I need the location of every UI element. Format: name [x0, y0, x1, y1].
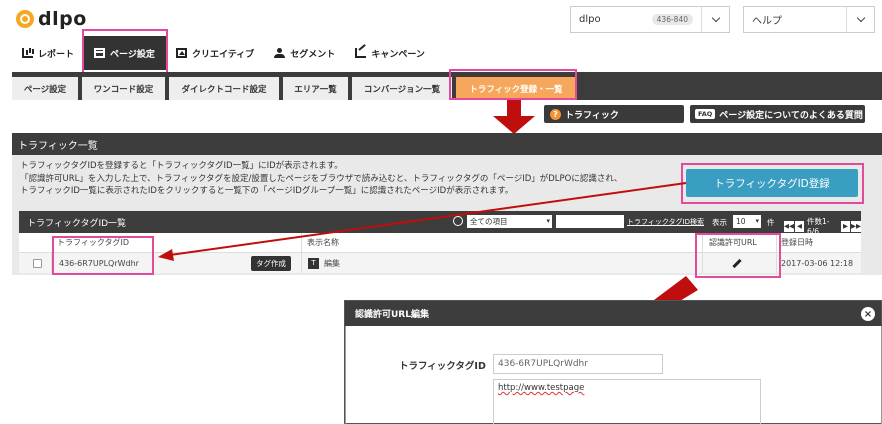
tag-id-field[interactable]: 436-6R7UPLQrWdhr — [493, 354, 663, 374]
segment-icon — [274, 48, 286, 58]
faq-label: ページ設定についてのよくある質問 — [719, 110, 863, 121]
col-tag-id: トラフィックタグID — [57, 238, 130, 247]
nav-item-creative[interactable]: クリエイティブ — [166, 36, 264, 70]
display-count-select[interactable]: 10 — [733, 215, 761, 228]
tab-area-list[interactable]: エリア一覧 — [283, 77, 348, 100]
desc-line: 「認識許可URL」を入力した上で、トラフィックタグを設定/設置したページをブラウ… — [20, 173, 623, 184]
pencil-icon[interactable] — [732, 253, 742, 273]
allowed-url-textarea[interactable]: http://www.testpage — [493, 379, 761, 424]
search-icon — [453, 216, 463, 226]
display-label: 表示 — [712, 218, 727, 227]
traffic-help-label: トラフィック — [565, 110, 619, 121]
table-row: 436-6R7UPLQrWdhr タグ作成 T 編集 2017-03-06 12… — [19, 253, 861, 273]
panel-title: トラフィック一覧 — [12, 133, 882, 155]
tab-one-code[interactable]: ワンコード設定 — [82, 77, 165, 100]
nav-item-report[interactable]: レポート — [12, 36, 84, 70]
tag-id-label: トラフィックタグID — [399, 361, 486, 372]
filter-select[interactable]: 全ての項目 — [467, 215, 552, 228]
allowed-url-text: http://www.testpage — [498, 383, 585, 393]
logo-text: dlpo — [38, 8, 87, 30]
last-page-icon[interactable]: ▶▶ — [851, 220, 861, 232]
nav-item-label: キャンペーン — [371, 49, 425, 60]
tab-direct-code[interactable]: ダイレクトコード設定 — [169, 77, 279, 100]
row-registered-at: 2017-03-06 12:18 — [781, 258, 854, 268]
help-select[interactable]: ヘルプ — [743, 6, 875, 33]
nav-item-label: レポート — [38, 49, 75, 60]
count-unit: 件 — [767, 218, 775, 227]
creative-icon — [176, 48, 188, 58]
col-registered-at: 登録日時 — [781, 238, 813, 247]
table-header: トラフィックタグID 表示名称 認識許可URL 登録日時 — [19, 233, 861, 253]
search-link[interactable]: トラフィックタグID検索 — [627, 217, 704, 227]
logo-mark-icon — [16, 10, 34, 28]
dlpo-logo[interactable]: dlpo — [16, 8, 87, 30]
tab-page-settings[interactable]: ページ設定 — [12, 77, 78, 100]
chevron-down-icon — [701, 7, 729, 32]
main-nav: レポート ページ設定 クリエイティブ セグメント キャンペーン — [12, 36, 435, 70]
prev-page-icon[interactable]: ◀ — [795, 220, 804, 232]
allowed-url-modal: 認識許可URL編集 × トラフィックタグID 436-6R7UPLQrWdhr … — [344, 300, 882, 424]
help-label: ヘルプ — [752, 16, 782, 27]
list-header: トラフィックタグID一覧 全ての項目 トラフィックタグID検索 表示 10 件 … — [19, 211, 861, 236]
nav-item-page-settings[interactable]: ページ設定 — [84, 36, 167, 70]
desc-line: トラフィックID一覧に表示されたIDをクリックすると一覧下の「ページIDグループ… — [20, 186, 514, 196]
create-tag-button[interactable]: タグ作成 — [251, 253, 291, 273]
col-display-name: 表示名称 — [307, 238, 339, 247]
register-tag-button[interactable]: トラフィックタグID登録 — [686, 169, 858, 197]
campaign-icon — [355, 48, 367, 58]
list-title: トラフィックタグID一覧 — [27, 219, 127, 229]
close-icon[interactable]: × — [861, 307, 875, 321]
col-allowed-url: 認識許可URL — [709, 238, 757, 247]
account-name: dlpo — [579, 14, 601, 25]
tab-conversion-list[interactable]: コンバージョン一覧 — [352, 77, 452, 100]
nav-item-campaign[interactable]: キャンペーン — [345, 36, 435, 70]
tab-traffic-list[interactable]: トラフィック登録・一覧 — [456, 77, 576, 100]
first-page-icon[interactable]: ◀◀ — [784, 220, 794, 232]
modal-title: 認識許可URL編集 — [345, 301, 881, 326]
type-badge: T — [308, 257, 319, 269]
sub-nav: ページ設定 ワンコード設定 ダイレクトコード設定 エリア一覧 コンバージョン一覧… — [12, 72, 882, 100]
row-checkbox[interactable] — [33, 253, 42, 273]
nav-item-segment[interactable]: セグメント — [264, 36, 345, 70]
nav-item-label: クリエイティブ — [192, 49, 255, 60]
faq-button[interactable]: FAQ ページ設定についてのよくある質問 — [690, 105, 865, 123]
chevron-down-icon — [846, 7, 874, 32]
question-icon: ? — [550, 108, 561, 120]
account-id-badge: 436-840 — [651, 14, 693, 25]
row-display-name-text: 編集 — [324, 258, 340, 268]
report-icon — [22, 48, 33, 58]
panel-description: トラフィックタグIDを登録すると「トラフィックタグID一覧」にIDが表示されます… — [20, 160, 622, 198]
account-select[interactable]: dlpo 436-840 — [570, 6, 730, 33]
traffic-help-button[interactable]: ? トラフィック — [544, 105, 684, 123]
row-display-name: T 編集 — [308, 253, 340, 273]
desc-line: トラフィックタグIDを登録すると「トラフィックタグID一覧」にIDが表示されます… — [20, 161, 343, 171]
row-tag-id[interactable]: 436-6R7UPLQrWdhr — [59, 253, 139, 273]
page-icon — [94, 48, 106, 58]
arrow-down-icon — [493, 100, 535, 134]
nav-item-label: セグメント — [290, 49, 336, 60]
faq-badge: FAQ — [695, 109, 716, 119]
next-page-icon[interactable]: ▶ — [841, 220, 850, 232]
search-input[interactable] — [556, 215, 624, 228]
traffic-table: トラフィックタグID 表示名称 認識許可URL 登録日時 436-6R7UPLQ… — [19, 233, 861, 273]
nav-item-label: ページ設定 — [110, 49, 155, 60]
